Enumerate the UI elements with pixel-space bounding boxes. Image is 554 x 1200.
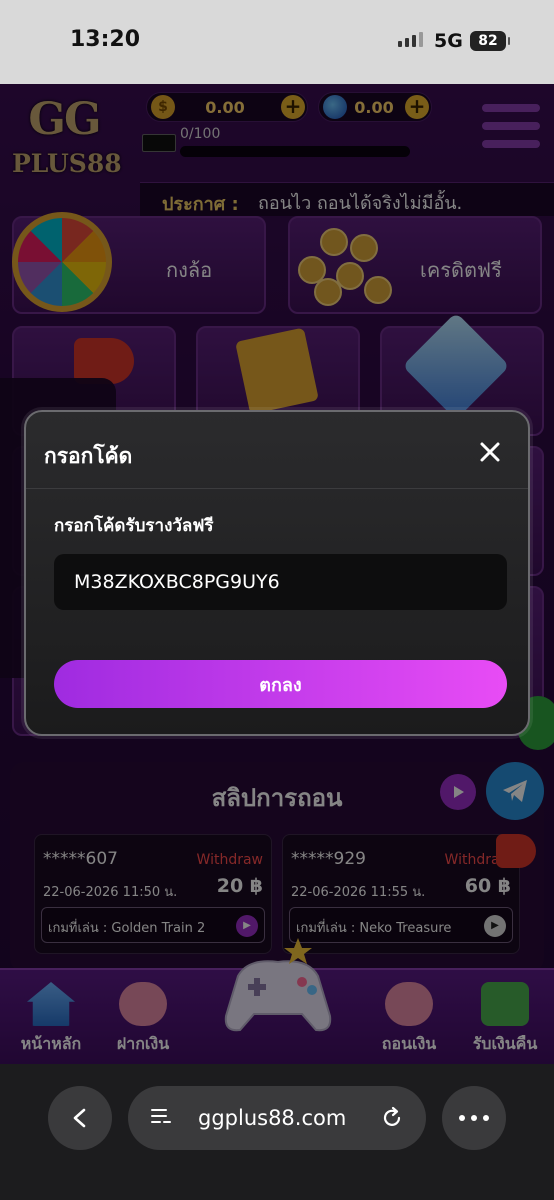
signal-icon: [398, 32, 423, 47]
url-text: ggplus88.com: [198, 1106, 347, 1130]
modal-divider: [26, 488, 528, 489]
browser-toolbar: ggplus88.com: [0, 1064, 554, 1200]
chevron-left-icon: [73, 1108, 86, 1128]
address-bar[interactable]: ggplus88.com: [128, 1086, 426, 1150]
battery-icon: 82: [470, 31, 510, 51]
status-bar: 13:20 5G 82: [0, 0, 554, 84]
modal-title: กรอกโค้ด: [44, 444, 133, 468]
status-time: 13:20: [70, 27, 141, 52]
phone-screen: 13:20 5G 82 GG PLUS88 $ 0.00 + 0.00 + 0/…: [0, 0, 554, 1200]
code-input[interactable]: [54, 554, 507, 610]
modal-subtitle: กรอกโค้ดรับรางวัลฟรี: [54, 516, 214, 536]
confirm-button[interactable]: ตกลง: [54, 660, 507, 708]
network-label: 5G: [434, 30, 463, 52]
more-options-button[interactable]: [442, 1086, 506, 1150]
close-icon[interactable]: [474, 436, 506, 468]
back-button[interactable]: [48, 1086, 112, 1150]
page-menu-icon: [151, 1109, 171, 1123]
reload-icon: [383, 1106, 401, 1126]
enter-code-modal: กรอกโค้ด กรอกโค้ดรับรางวัลฟรี ตกลง: [24, 410, 530, 736]
